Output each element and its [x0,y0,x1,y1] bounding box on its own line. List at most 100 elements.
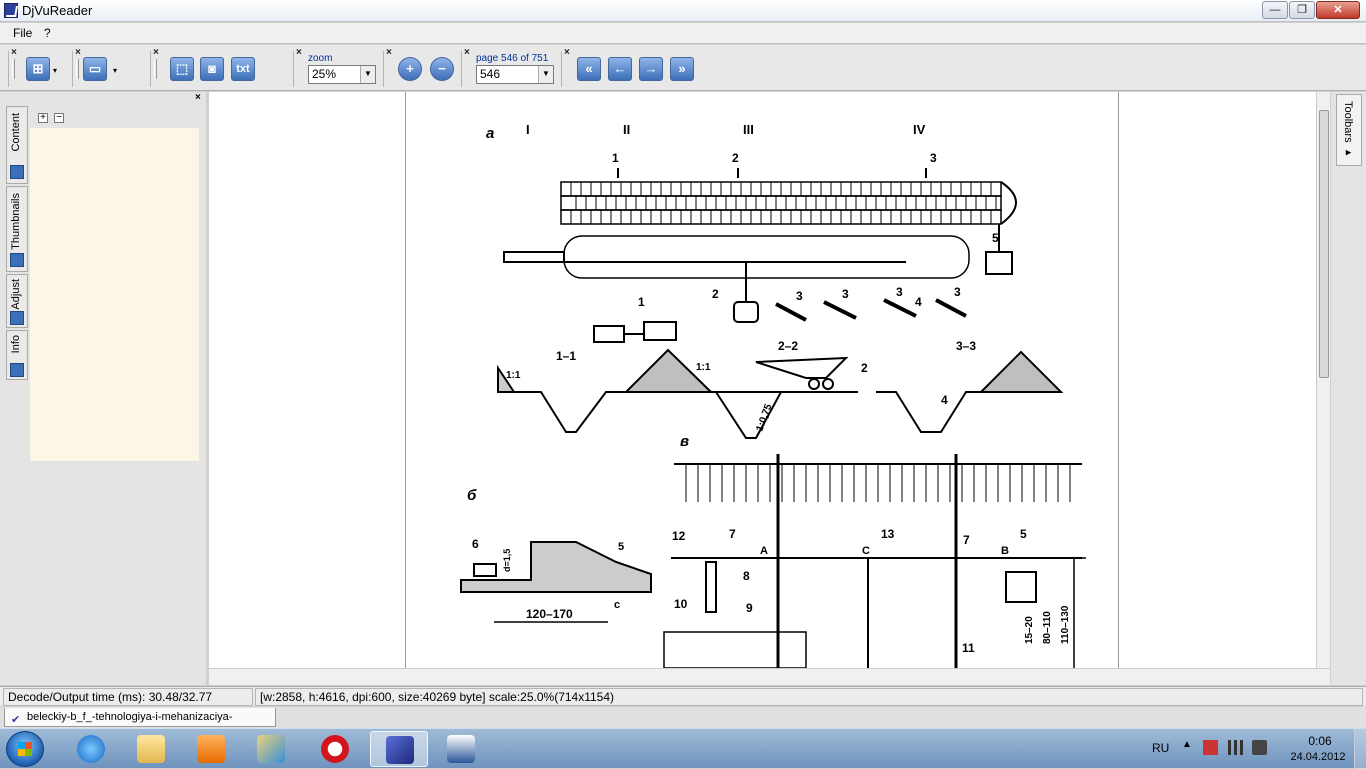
page-info-status: [w:2858, h:4616, dpi:600, size:40269 byt… [255,688,1363,706]
language-indicator[interactable]: RU [1152,741,1169,755]
taskbar-paint[interactable] [242,731,300,767]
close-button[interactable]: ✕ [1316,1,1360,19]
dim-120-170: 120–170 [526,607,573,621]
label-9: 9 [746,601,753,615]
label-4: 4 [915,295,922,309]
media-player-icon [197,735,225,763]
tab-adjust-label: Adjust [10,279,22,310]
internet-explorer-icon [77,735,105,763]
label-v: в [680,433,689,450]
taskbar-opera[interactable] [306,731,364,767]
toolbar-close-icon[interactable]: × [386,47,392,58]
toolbar-group-navigation: × « ← → » [561,47,699,87]
label-7a: 7 [729,527,736,541]
maximize-button[interactable]: ❐ [1289,1,1315,19]
page-number-select[interactable]: 546 ▼ [476,65,554,84]
label-13: 13 [881,527,895,541]
toolbar-close-icon[interactable]: × [11,47,17,58]
djvureader-icon [386,736,414,764]
zoom-in-icon[interactable]: + [398,57,422,81]
label-7b: 7 [963,533,970,547]
label-2a: 2 [712,287,719,301]
chevron-down-icon[interactable]: ▼ [360,66,375,83]
tab-info[interactable]: Info [6,330,28,380]
thumbnails-tab-icon [10,253,24,267]
tray-expand-icon[interactable]: ▲ [1182,739,1192,750]
toolbar-close-icon[interactable]: × [153,47,159,58]
toolbar-close-icon[interactable]: × [464,47,470,58]
toolbar-group-zoom: × zoom 25% ▼ [293,47,383,87]
zoom-select[interactable]: 25% ▼ [308,65,376,84]
zoom-out-icon[interactable]: − [430,57,454,81]
tab-content[interactable]: Content [6,106,28,184]
taskbar-word[interactable] [432,731,490,767]
network-icon[interactable] [1228,740,1243,755]
document-tab[interactable]: ✔ beleckiy-b_f_-tehnologiya-i-mehanizaci… [4,708,276,741]
start-button[interactable] [6,731,44,767]
toolbars-tab[interactable]: Toolbars ▸ [1336,94,1362,166]
taskbar-internet-explorer[interactable] [62,731,120,767]
dim-d: d=1,5 [502,549,512,572]
label-IV: IV [913,122,926,137]
marker-1: 1 [612,151,619,165]
tab-adjust[interactable]: Adjust [6,274,28,328]
taskbar-file-explorer[interactable] [122,731,180,767]
label-5c: 5 [618,541,624,553]
scroll-thumb[interactable] [1319,110,1329,378]
menu-file[interactable]: File [13,26,32,40]
label-10: 10 [674,597,688,611]
label-I: I [526,122,530,137]
expand-all-icon[interactable]: + [38,113,48,123]
show-desktop-button[interactable] [1354,729,1366,769]
tab-info-label: Info [10,335,22,354]
previous-page-icon[interactable]: ← [608,57,632,81]
title-bar: DjVuReader — ❐ ✕ [0,0,1366,22]
document-page: а I II III IV 1 2 3 5 2 3 3 3 3 4 1 1–1 … [405,92,1119,668]
label-3c: 3 [896,285,903,299]
sidebar-close-icon[interactable]: × [195,92,201,103]
page-view-icon[interactable]: ▭ [83,57,107,81]
toolbar-close-icon[interactable]: × [75,47,81,58]
last-page-icon[interactable]: » [670,57,694,81]
next-page-icon[interactable]: → [639,57,663,81]
vertical-scrollbar[interactable] [1316,92,1330,668]
label-3d: 3 [954,285,961,299]
collapse-all-icon[interactable]: − [54,113,64,123]
taskbar-media-player[interactable] [182,731,240,767]
select-text-icon[interactable]: txt [231,57,255,81]
layout-mode-icon[interactable]: ⊞ [26,57,50,81]
menu-help[interactable]: ? [44,26,51,40]
folder-icon [137,735,165,763]
select-image-icon[interactable]: ◙ [200,57,224,81]
toolbar-grip[interactable] [76,59,79,79]
first-page-icon[interactable]: « [577,57,601,81]
taskbar-djvureader[interactable] [370,731,428,767]
label-4b: 4 [941,393,948,407]
toolbar-group-layout: × ⊞ ▾ [8,47,68,87]
layout-dropdown-icon[interactable]: ▾ [53,66,57,75]
select-region-icon[interactable]: ⬚ [170,57,194,81]
action-center-icon[interactable] [1203,740,1218,755]
label-1b: 1 [638,295,645,309]
toolbar-close-icon[interactable]: × [564,47,570,58]
clock-time[interactable]: 0:06 [1302,734,1338,748]
label-8: 8 [743,569,750,583]
toolbar-grip[interactable] [12,59,15,79]
volume-icon[interactable] [1252,740,1267,755]
tab-thumbnails[interactable]: Thumbnails [6,186,28,272]
minimize-button[interactable]: — [1262,1,1288,19]
horizontal-scrollbar[interactable] [209,668,1330,685]
toolbar-close-icon[interactable]: × [296,47,302,58]
djvureader-app-icon [4,3,18,18]
label-2b: 2 [861,361,868,375]
page-view-dropdown-icon[interactable]: ▾ [113,66,117,75]
menu-bar: File ? [0,23,1366,44]
label-slope-075: 1:0,75 [754,402,774,433]
document-viewer[interactable]: а I II III IV 1 2 3 5 2 3 3 3 3 4 1 1–1 … [209,92,1330,668]
content-tree-panel[interactable] [30,128,199,461]
marker-3: 3 [930,151,937,165]
toolbar-grip[interactable] [154,59,157,79]
clock-date[interactable]: 24.04.2012 [1283,751,1353,763]
chevron-down-icon[interactable]: ▼ [538,66,553,83]
label-11: 11 [962,641,975,655]
